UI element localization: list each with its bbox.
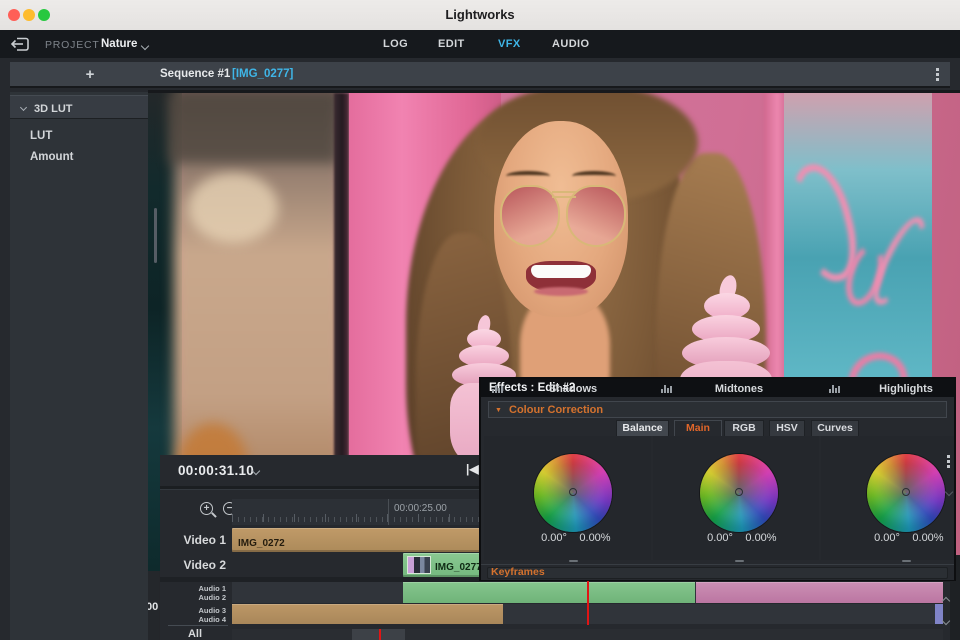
midtones-color-wheel[interactable] [700,454,778,532]
photo-teeth [531,265,591,278]
photo-sunglasses-bridge [552,191,576,198]
clip-thumbnail [407,556,431,574]
track-label-video1[interactable]: Video 1 [160,533,226,547]
histogram-icon[interactable] [661,385,672,393]
histogram-icon[interactable] [829,385,840,393]
skip-to-start-button[interactable]: |◀ [466,462,479,476]
clip-img-0272[interactable]: IMG_0272 [232,528,503,552]
window-title: Lightworks [445,7,515,22]
shadows-amount-value[interactable]: 0.00% [575,532,615,544]
track-label-video2[interactable]: Video 2 [160,558,226,572]
tab-vfx[interactable]: VFX [498,38,521,50]
photo-bokeh [188,173,278,243]
tab-audio[interactable]: AUDIO [552,38,589,50]
collapse-handle[interactable] [569,560,578,562]
all-tracks-label[interactable]: All [162,628,228,640]
shadows-angle-value[interactable]: 0.00° [534,532,574,544]
playhead[interactable] [587,577,589,625]
photo-eyebrow-left [506,171,550,181]
sequence-menu-icon[interactable] [936,68,939,81]
chevron-down-icon [19,103,28,112]
navbar: PROJECT Nature LOG EDIT VFX AUDIO [0,30,960,85]
lut-panel: 3D LUT LUT Amount [10,92,157,640]
track-label-audio3[interactable]: Audio 3 [160,606,227,615]
histogram-icon[interactable] [492,385,503,393]
midtones-angle-value[interactable]: 0.00° [700,532,740,544]
tab-main[interactable]: Main [674,420,722,436]
ruler-mark [388,499,389,525]
exit-project-icon[interactable] [10,37,30,52]
keyframes-track[interactable] [487,567,948,579]
photo-sunglasses-left-lens [500,185,560,247]
effects-panel: Effects : Edit #2 ▼ Colour Correction Ba… [480,378,955,580]
audio-clip-green[interactable] [403,582,695,603]
track-label-audio1[interactable]: Audio 1 [160,584,227,593]
track-label-audio4[interactable]: Audio 4 [160,615,227,624]
keyframes-label[interactable]: Keyframes [491,566,545,578]
highlights-amount-value[interactable]: 0.00% [908,532,948,544]
colour-correction-header[interactable]: ▼ Colour Correction [488,401,947,418]
tab-balance[interactable]: Balance [616,420,669,436]
collapse-handle[interactable] [735,560,744,562]
panel-options-icon[interactable] [947,455,950,468]
audio-clip-tan[interactable] [232,604,503,624]
colour-correction-label: Colour Correction [509,404,604,416]
lightworks-window: Lightworks PROJECT Nature LOG EDIT VFX A… [0,0,960,640]
add-sequence-button[interactable]: + [76,62,104,88]
wheel-pin[interactable] [902,488,910,497]
shadows-label: Shadows [548,383,598,395]
midtones-amount-value[interactable]: 0.00% [741,532,781,544]
zoom-in-icon[interactable]: + [200,502,213,515]
tab-edit[interactable]: EDIT [438,38,465,50]
tab-curves[interactable]: Curves [811,420,859,436]
track-scroll-down-icon[interactable] [941,611,953,626]
track-label-audio2[interactable]: Audio 2 [160,593,227,602]
tab-rgb[interactable]: RGB [724,420,764,436]
timeline-overview-scrollbar[interactable] [232,629,943,640]
highlights-label: Highlights [879,383,933,395]
sequence-title[interactable]: Sequence #1 [160,68,230,80]
wheel-pin[interactable] [569,488,577,497]
photo-eyebrow-right [572,171,616,181]
lut-panel-scrollbar[interactable] [154,208,157,263]
amount-param-row[interactable]: Amount [10,147,144,168]
tab-log[interactable]: LOG [383,38,408,50]
sequence-bar [10,62,950,88]
lut-param-row[interactable]: LUT [10,126,144,147]
collapse-handle[interactable] [902,560,911,562]
mac-titlebar: Lightworks [0,0,960,30]
photo-lower-lip [534,287,588,296]
sequence-clip-ref[interactable]: [IMG_0277] [232,68,293,80]
chevron-down-icon [140,41,150,51]
lut-section-title: 3D LUT [34,103,73,115]
audio-clip-pink[interactable] [696,582,943,603]
keyframes-bar: Keyframes [481,564,954,580]
ruler-timecode-label: 00:00:25.00 [394,503,447,514]
project-name-dropdown[interactable]: Nature [101,38,137,50]
highlights-angle-value[interactable]: 0.00° [867,532,907,544]
overview-playhead [379,629,381,640]
collapse-triangle-icon: ▼ [495,407,502,414]
highlights-color-wheel[interactable] [867,454,945,532]
divider [168,625,228,626]
wheel-pin[interactable] [735,488,743,497]
track-scroll-up-icon[interactable] [941,591,953,606]
shadows-color-wheel[interactable] [534,454,612,532]
tab-hsv[interactable]: HSV [769,420,805,436]
photo-awning-shadow [168,93,338,163]
timeline-timecode[interactable]: 00:00:31.10 [178,463,254,478]
project-label: PROJECT [45,39,100,51]
lut-section-header[interactable]: 3D LUT [10,95,148,119]
midtones-label: Midtones [714,383,764,395]
